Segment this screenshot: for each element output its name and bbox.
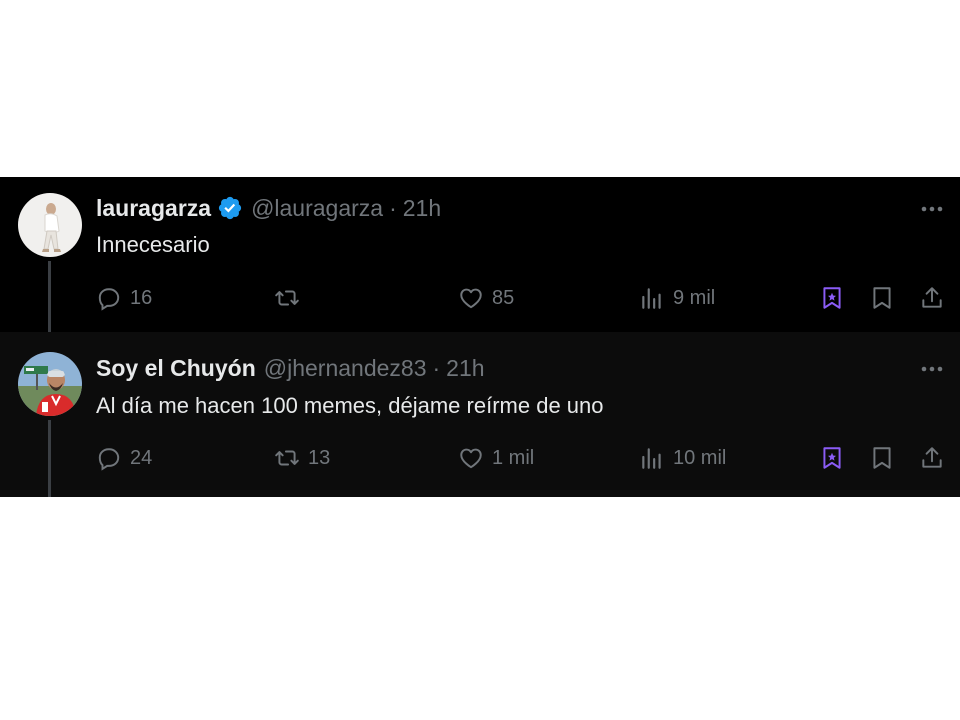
thread-connector [48, 420, 51, 497]
retweet-icon [275, 450, 299, 466]
bookmark-button[interactable] [869, 282, 895, 314]
action-bar: 16 85 9 mil [96, 282, 948, 314]
bookmark-icon [873, 287, 891, 309]
display-name[interactable]: Soy el Chuyón [96, 355, 256, 382]
share-button[interactable] [919, 282, 945, 314]
retweet-count: 13 [308, 446, 331, 469]
display-name[interactable]: lauragarza [96, 195, 211, 222]
view-count: 9 mil [673, 286, 716, 309]
retweet-icon [275, 290, 299, 306]
avatar[interactable] [18, 352, 82, 416]
more-icon[interactable] [920, 359, 944, 379]
more-icon[interactable] [920, 199, 944, 219]
tweet-header: Soy el Chuyón @jhernandez83 · 21h [96, 354, 485, 382]
like-icon [460, 448, 482, 469]
separator: · [389, 194, 397, 221]
handle[interactable]: @lauragarza [251, 195, 383, 222]
view-count: 10 mil [673, 446, 727, 469]
like-icon [460, 288, 482, 309]
share-button[interactable] [919, 442, 945, 474]
separator: · [432, 354, 441, 381]
like-button[interactable]: 85 [458, 282, 514, 314]
reply-button[interactable]: 24 [96, 442, 152, 474]
retweet-button[interactable]: 13 [274, 442, 330, 474]
handle[interactable]: @jhernandez83 [264, 355, 427, 382]
views-button[interactable]: 10 mil [639, 442, 726, 474]
retweet-button[interactable] [274, 282, 308, 314]
reply-icon [98, 288, 120, 311]
share-icon [922, 287, 942, 308]
thread-connector [48, 261, 51, 332]
timestamp[interactable]: 21h [446, 355, 484, 382]
grok-button[interactable] [819, 282, 845, 314]
grok-icon [823, 447, 841, 469]
bookmark-button[interactable] [869, 442, 895, 474]
views-button[interactable]: 9 mil [639, 282, 715, 314]
reply-icon [98, 448, 120, 471]
like-count: 1 mil [492, 446, 535, 469]
reply-button[interactable]: 16 [96, 282, 152, 314]
like-count: 85 [492, 286, 515, 309]
grok-icon [823, 287, 841, 309]
verified-icon [217, 195, 243, 221]
grok-button[interactable] [819, 442, 845, 474]
reply-count: 24 [130, 446, 153, 469]
views-icon [642, 448, 661, 469]
views-icon [642, 288, 661, 309]
tweet-header: lauragarza @lauragarza · 21h [96, 194, 441, 222]
tweet[interactable]: lauragarza @lauragarza · 21h Innecesario [0, 177, 960, 332]
like-button[interactable]: 1 mil [458, 442, 534, 474]
tweet-text: Al día me hacen 100 memes, déjame reírme… [96, 393, 604, 418]
action-bar: 24 13 1 mil 10 mil [96, 442, 948, 474]
timestamp[interactable]: 21h [403, 195, 441, 222]
share-icon [922, 447, 942, 468]
avatar[interactable] [18, 193, 82, 257]
bookmark-icon [873, 447, 891, 469]
tweet-text: Innecesario [96, 232, 210, 257]
tweet[interactable]: Soy el Chuyón @jhernandez83 · 21h Al día… [0, 332, 960, 497]
reply-count: 16 [130, 286, 153, 309]
tweet-thread: lauragarza @lauragarza · 21h Innecesario [0, 177, 960, 497]
